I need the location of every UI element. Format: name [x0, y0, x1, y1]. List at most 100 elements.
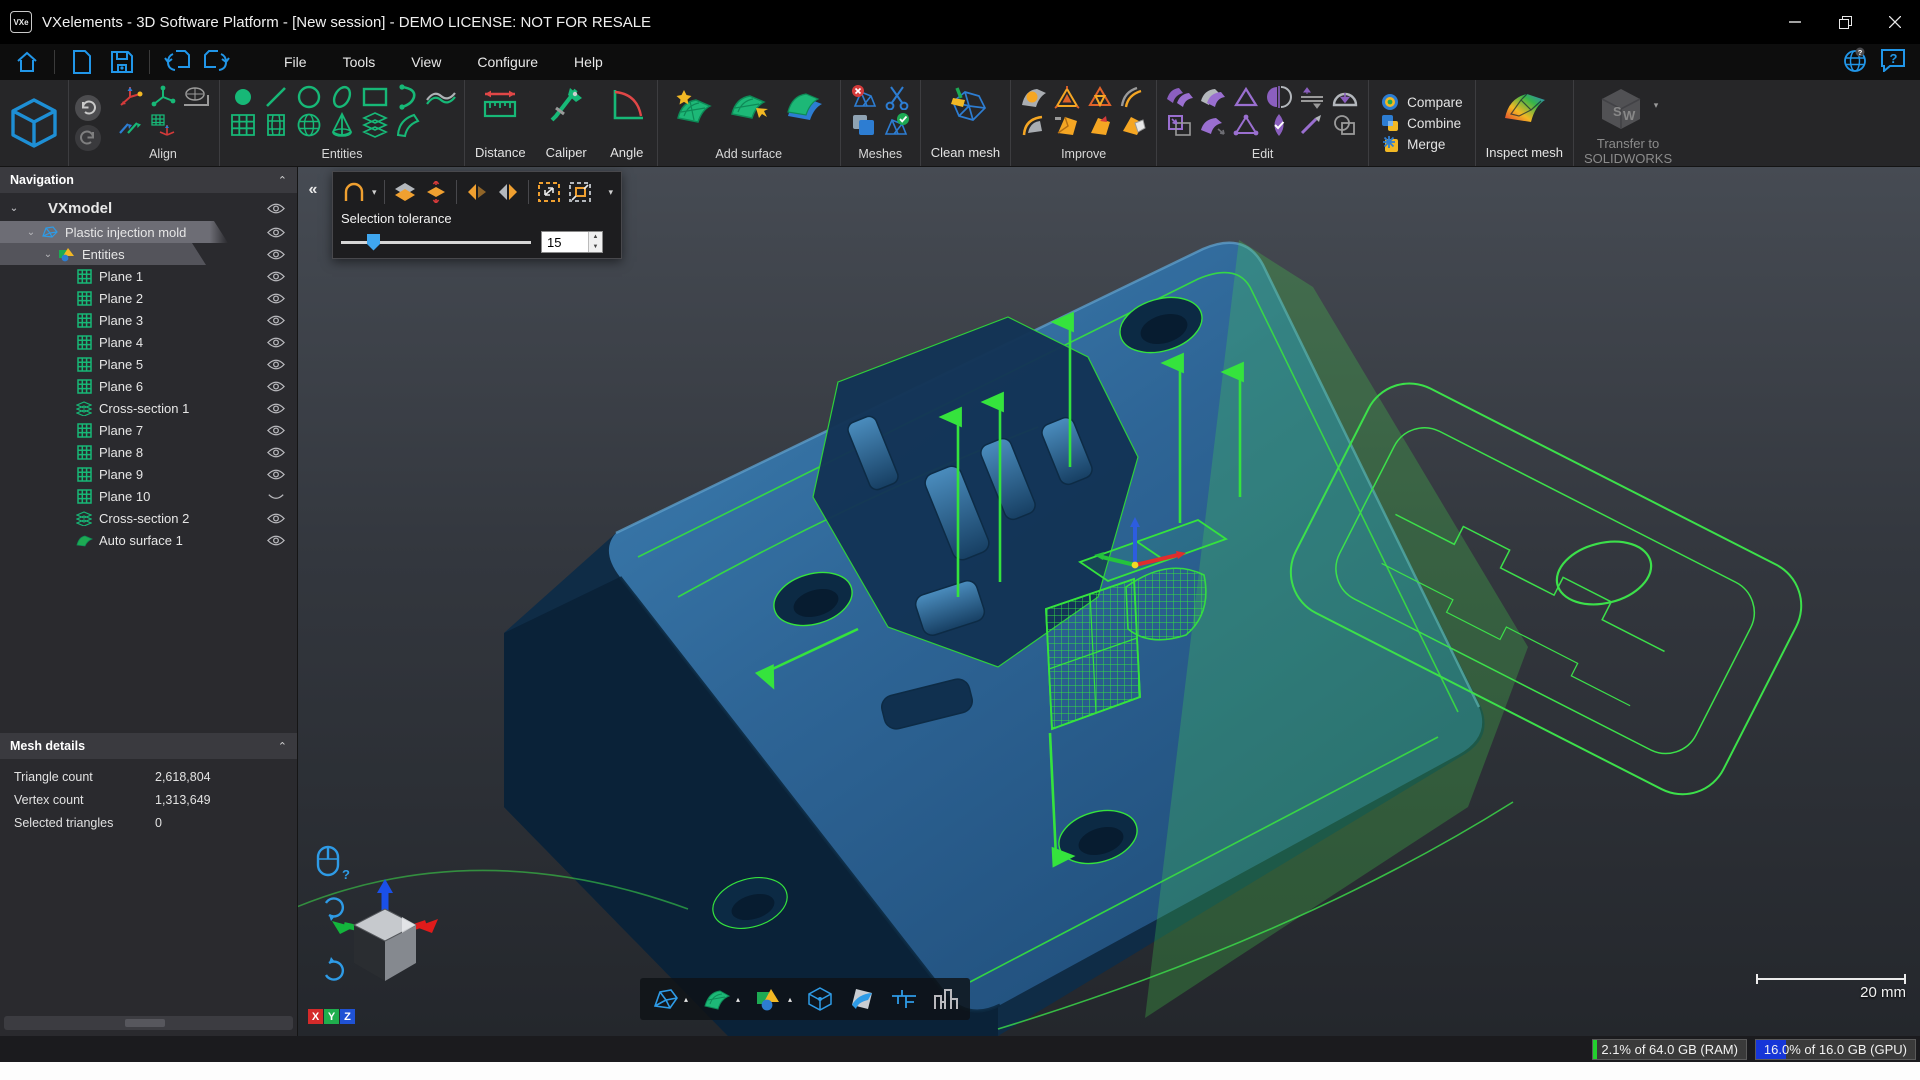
distance-button[interactable]: Distance [465, 80, 536, 166]
add-surface-auto-icon[interactable] [672, 88, 714, 129]
smooth-boundary-icon[interactable] [1118, 84, 1148, 110]
visibility-eye-open-icon[interactable] [265, 337, 287, 348]
visibility-eye-open-icon[interactable] [265, 535, 287, 546]
scissors-icon[interactable] [882, 84, 912, 110]
visibility-eye-open-icon[interactable] [265, 293, 287, 304]
knife-icon[interactable] [1297, 112, 1327, 138]
line-entity-icon[interactable] [261, 84, 291, 110]
visibility-eye-open-icon[interactable] [265, 203, 287, 214]
tree-item-plane-4[interactable]: Plane 4 [0, 331, 297, 353]
tree-item-entities[interactable]: ⌄Entities [0, 243, 297, 265]
defeature-icon[interactable] [1118, 112, 1148, 138]
clean-mesh-button[interactable]: Clean mesh [921, 80, 1011, 166]
tree-item-cross-section-1[interactable]: Cross-section 1 [0, 397, 297, 419]
transfer-dropdown-caret-icon[interactable]: ▾ [1654, 100, 1659, 111]
compare-button[interactable]: Compare [1381, 93, 1463, 111]
align-to-plane-icon[interactable] [181, 84, 211, 110]
visibility-eye-open-icon[interactable] [265, 425, 287, 436]
home-button[interactable] [10, 48, 44, 76]
decimate-icon[interactable] [1052, 84, 1082, 110]
import-session-button[interactable] [160, 48, 194, 76]
angle-button[interactable]: Angle [597, 80, 658, 166]
tree-item-plane-1[interactable]: Plane 1 [0, 265, 297, 287]
merge-surfaces-icon[interactable] [849, 112, 879, 138]
caret-icon[interactable]: ▴ [684, 995, 688, 1004]
extend-surface-icon[interactable] [1198, 112, 1228, 138]
menu-file[interactable]: File [270, 48, 321, 76]
tree-item-plane-6[interactable]: Plane 6 [0, 375, 297, 397]
navigation-panel-header[interactable]: Navigation ⌃ [0, 167, 297, 193]
select-through-icon[interactable] [423, 180, 449, 204]
circle-entity-icon[interactable] [294, 84, 324, 110]
minimize-button[interactable] [1770, 0, 1820, 44]
validate-mesh-icon[interactable] [882, 112, 912, 138]
transfer-to-solidworks-button[interactable]: SW ▾ Transfer toSOLIDWORKS [1574, 80, 1682, 166]
visibility-eye-open-icon[interactable] [265, 359, 287, 370]
viewport-3d[interactable]: « ▾ ▾ Selection tolerance [298, 167, 1920, 1036]
curve-entity-icon[interactable] [393, 112, 423, 138]
caret-icon[interactable]: ▴ [736, 995, 740, 1004]
align-entities-icon[interactable] [148, 84, 178, 110]
collapse-details-chevron-icon[interactable]: ⌃ [278, 740, 287, 753]
cylinder-entity-icon[interactable] [261, 112, 291, 138]
expand-chevron-icon[interactable]: ⌄ [6, 203, 22, 214]
triangle-edit-icon[interactable] [1231, 84, 1261, 110]
collapse-panel-chevron-icon[interactable]: ⌃ [278, 174, 287, 187]
visibility-eye-open-icon[interactable] [265, 271, 287, 282]
waterproof-check-icon[interactable] [1264, 112, 1294, 138]
new-session-button[interactable] [65, 48, 99, 76]
export-session-button[interactable] [200, 48, 234, 76]
vxmodel-module-icon[interactable] [0, 80, 69, 166]
polyline-entity-icon[interactable] [426, 84, 456, 110]
cross-section-entity-icon[interactable] [360, 112, 390, 138]
visibility-eye-open-icon[interactable] [265, 381, 287, 392]
refine-icon[interactable] [1085, 84, 1115, 110]
tree-item-auto-surface-1[interactable]: Auto surface 1 [0, 529, 297, 551]
point-entity-icon[interactable] [228, 84, 258, 110]
caret-icon[interactable]: ▴ [788, 995, 792, 1004]
menu-tools[interactable]: Tools [329, 48, 390, 76]
merge-button[interactable]: Merge [1381, 135, 1463, 153]
visibility-eye-open-icon[interactable] [265, 249, 287, 260]
best-fit-align-icon[interactable] [115, 84, 145, 110]
surface-display-button[interactable]: ▴ [702, 986, 740, 1012]
repair-patch-icon[interactable] [1052, 112, 1082, 138]
tree-item-plane-9[interactable]: Plane 9 [0, 463, 297, 485]
cross-section-view-button[interactable] [890, 986, 918, 1012]
add-surface-boundary-icon[interactable] [784, 88, 826, 129]
boolean-icon[interactable] [1330, 112, 1360, 138]
caliper-button[interactable]: Caliper [536, 80, 597, 166]
tolerance-slider[interactable] [341, 241, 531, 244]
collapse-selection-toolbar-button[interactable]: « [304, 177, 322, 203]
panel-scrollbar[interactable] [4, 1016, 293, 1030]
visibility-eye-open-icon[interactable] [265, 513, 287, 524]
entities-display-button[interactable]: ▴ [754, 986, 792, 1012]
spinner-up-icon[interactable]: ▲ [589, 232, 602, 242]
clipping-plane-button[interactable] [848, 986, 876, 1012]
fill-hole-icon[interactable] [1019, 84, 1049, 110]
duplicate-surface-icon[interactable] [1165, 84, 1195, 110]
add-surface-manual-icon[interactable] [728, 88, 770, 129]
grid-axes-align-icon[interactable] [148, 112, 178, 138]
grow-selection-icon[interactable] [536, 180, 562, 204]
ellipse-entity-icon[interactable] [327, 84, 357, 110]
combine-button[interactable]: Combine [1381, 114, 1463, 132]
histogram-button[interactable] [932, 986, 960, 1012]
bounding-box-button[interactable] [806, 986, 834, 1012]
translate-align-icon[interactable] [115, 112, 145, 138]
remove-spikes-icon[interactable] [1085, 112, 1115, 138]
menu-view[interactable]: View [397, 48, 455, 76]
tree-item-plane-3[interactable]: Plane 3 [0, 309, 297, 331]
offset-surface-icon[interactable] [1198, 84, 1228, 110]
project-down-icon[interactable] [1330, 84, 1360, 110]
rectangle-entity-icon[interactable] [360, 84, 390, 110]
undo-button[interactable] [75, 95, 101, 121]
save-session-button[interactable] [105, 48, 139, 76]
tree-item-plane-7[interactable]: Plane 7 [0, 419, 297, 441]
scale-icon[interactable] [1165, 112, 1195, 138]
visibility-eye-closed-icon[interactable] [265, 491, 287, 502]
close-icon[interactable] [1870, 0, 1920, 44]
visibility-eye-open-icon[interactable] [265, 403, 287, 414]
tree-item-plane-10[interactable]: Plane 10 [0, 485, 297, 507]
tree-item-cross-section-2[interactable]: Cross-section 2 [0, 507, 297, 529]
